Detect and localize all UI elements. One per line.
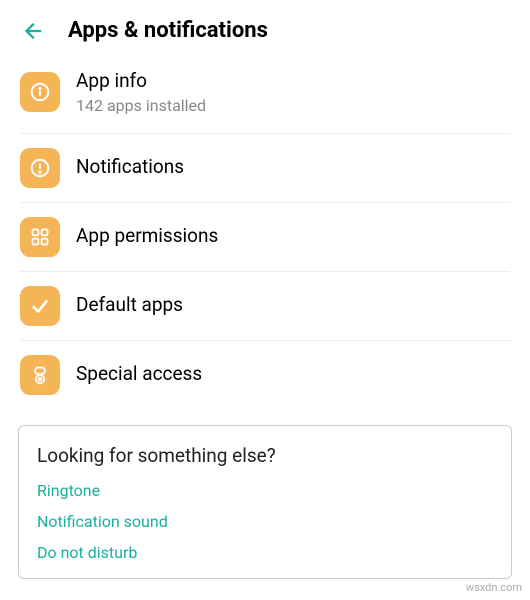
list-item-text: Default apps bbox=[76, 293, 183, 318]
list-item-permissions[interactable]: App permissions bbox=[0, 203, 530, 271]
list-item-notifications[interactable]: Notifications bbox=[0, 134, 530, 202]
list-item-special-access[interactable]: Special access bbox=[0, 341, 530, 409]
header: Apps & notifications bbox=[0, 0, 530, 57]
watermark: wsxdn.com bbox=[466, 581, 522, 594]
list-item-title: App info bbox=[76, 69, 206, 94]
check-icon bbox=[20, 286, 60, 326]
list-item-text: App permissions bbox=[76, 224, 218, 249]
page-title: Apps & notifications bbox=[68, 18, 268, 43]
list-item-default-apps[interactable]: Default apps bbox=[0, 272, 530, 340]
special-icon bbox=[20, 355, 60, 395]
list-item-app-info[interactable]: App info 142 apps installed bbox=[0, 57, 530, 133]
list-item-title: App permissions bbox=[76, 224, 218, 249]
list-item-title: Special access bbox=[76, 362, 202, 387]
suggestion-link-do-not-disturb[interactable]: Do not disturb bbox=[37, 543, 493, 562]
suggestion-card: Looking for something else? Ringtone Not… bbox=[18, 425, 512, 579]
arrow-left-icon bbox=[21, 20, 43, 42]
list-item-text: Special access bbox=[76, 362, 202, 387]
suggestion-link-ringtone[interactable]: Ringtone bbox=[37, 481, 493, 500]
list-item-subtitle: 142 apps installed bbox=[76, 96, 206, 115]
list-item-title: Notifications bbox=[76, 155, 184, 180]
list-item-title: Default apps bbox=[76, 293, 183, 318]
grid-icon bbox=[20, 217, 60, 257]
suggestion-heading: Looking for something else? bbox=[37, 444, 493, 467]
list-item-text: App info 142 apps installed bbox=[76, 69, 206, 115]
info-icon bbox=[20, 72, 60, 112]
back-button[interactable] bbox=[20, 19, 44, 43]
suggestion-link-notification-sound[interactable]: Notification sound bbox=[37, 512, 493, 531]
alert-icon bbox=[20, 148, 60, 188]
list-item-text: Notifications bbox=[76, 155, 184, 180]
